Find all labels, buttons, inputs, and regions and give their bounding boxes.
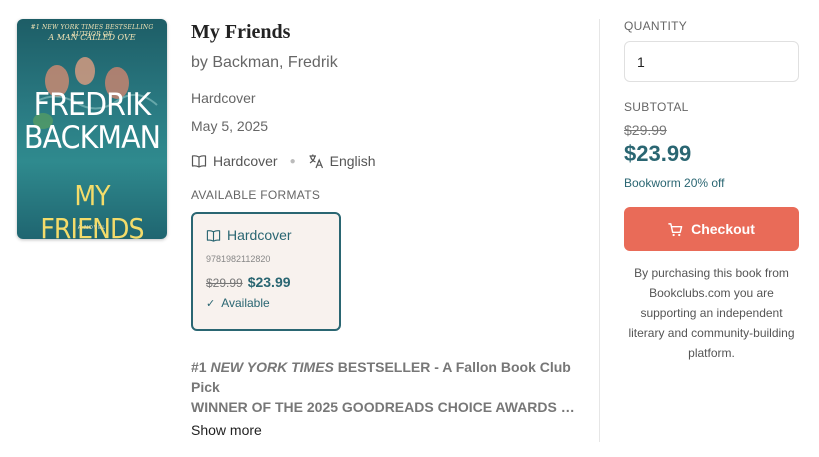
support-note: By purchasing this book from Bookclubs.c…	[628, 266, 795, 360]
format-name: Hardcover	[227, 227, 292, 243]
cover-author: FREDRIK BACKMAN	[23, 89, 161, 155]
format-card-title: Hardcover	[206, 227, 326, 243]
book-info: My Friends by Backman, Fredrik Hardcover…	[191, 19, 581, 438]
checkout-label: Checkout	[691, 221, 755, 237]
purchase-panel: QUANTITY SUBTOTAL $29.99 $23.99 Bookworm…	[624, 19, 799, 360]
description-line-2: WINNER OF THE 2025 GOODREADS CHOICE AWAR…	[191, 399, 576, 415]
meta-format: Hardcover	[213, 153, 278, 169]
discount-badge: Bookworm 20% off	[624, 176, 725, 190]
subtotal-old-price: $29.99	[624, 122, 667, 138]
checkout-button[interactable]: Checkout	[624, 207, 799, 251]
format-card-hardcover[interactable]: Hardcover 9781982112820 $29.99 $23.99 ✓ …	[191, 212, 341, 331]
book-description: #1 NEW YORK TIMES BESTSELLER - A Fallon …	[191, 357, 576, 417]
show-more-link[interactable]: Show more	[191, 422, 262, 438]
format-prices: $29.99 $23.99	[206, 274, 326, 290]
book-open-icon	[206, 229, 221, 242]
quantity-label: QUANTITY	[624, 19, 688, 33]
book-title: My Friends	[191, 21, 291, 43]
book-meta: Hardcover ● English	[191, 153, 376, 169]
description-line-1: #1 NEW YORK TIMES BESTSELLER - A Fallon …	[191, 357, 576, 397]
subtotal-label: SUBTOTAL	[624, 100, 689, 114]
cover-author-last: BACKMAN	[23, 120, 161, 156]
cart-icon	[668, 222, 683, 236]
format-old-price: $29.99	[206, 276, 243, 290]
publish-date: May 5, 2025	[191, 118, 269, 134]
format-isbn: 9781982112820	[206, 254, 271, 264]
desc-italic: NEW YORK TIMES	[210, 359, 334, 375]
formats-label: AVAILABLE FORMATS	[191, 188, 321, 202]
translate-icon	[309, 154, 323, 169]
cover-novel-label: A NOVEL	[77, 225, 107, 231]
format-availability: ✓ Available	[206, 296, 326, 310]
desc-prefix: #1	[191, 359, 211, 375]
quantity-input[interactable]	[624, 41, 799, 82]
availability-text: Available	[221, 296, 270, 310]
cover-author-first: FREDRIK	[33, 87, 152, 123]
meta-language: English	[329, 153, 376, 169]
subtotal-price: $23.99	[624, 141, 692, 166]
book-cover: #1 NEW YORK TIMES BESTSELLING AUTHOR OF …	[17, 19, 167, 239]
check-icon: ✓	[206, 297, 216, 310]
format-price: $23.99	[247, 274, 291, 290]
book-author[interactable]: by Backman, Fredrik	[191, 54, 338, 72]
book-format: Hardcover	[191, 90, 256, 106]
separator-dot: ●	[289, 155, 296, 167]
book-open-icon	[191, 155, 207, 168]
divider	[599, 19, 600, 442]
